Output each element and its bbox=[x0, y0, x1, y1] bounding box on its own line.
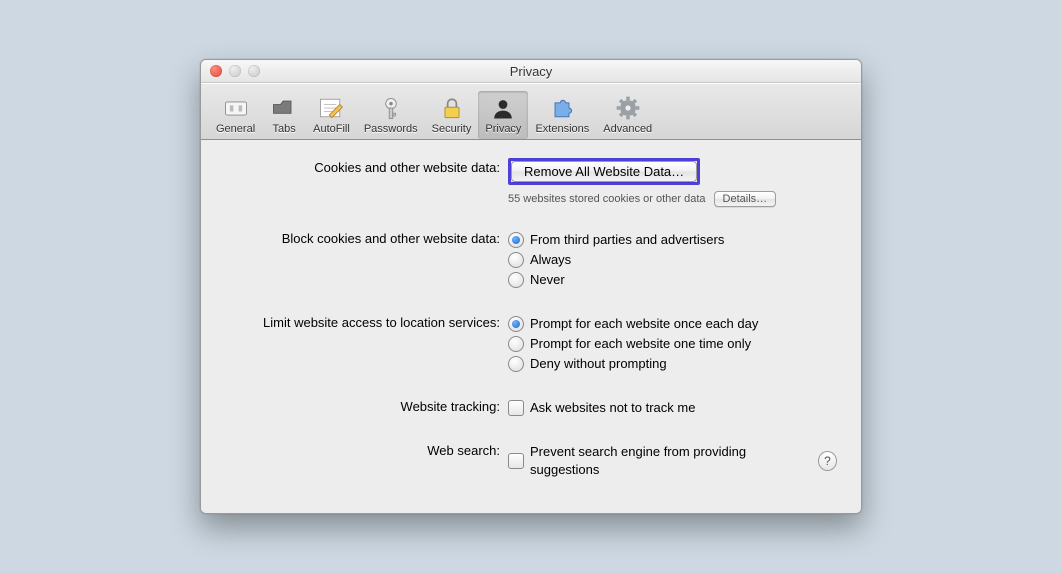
block-radio-always[interactable] bbox=[508, 252, 524, 268]
toolbar-item-autofill[interactable]: AutoFill bbox=[306, 91, 357, 139]
location-radio-deny[interactable] bbox=[508, 356, 524, 372]
tracking-label: Website tracking: bbox=[225, 397, 508, 414]
radio-label: Prompt for each website once each day bbox=[530, 315, 758, 333]
toolbar-label: Privacy bbox=[485, 123, 521, 135]
switch-icon bbox=[221, 93, 251, 123]
close-icon[interactable] bbox=[210, 65, 222, 77]
location-label: Limit website access to location service… bbox=[225, 313, 508, 330]
checkbox-label: Prevent search engine from providing sug… bbox=[530, 443, 804, 479]
toolbar-label: General bbox=[216, 123, 255, 135]
toolbar-item-extensions[interactable]: Extensions bbox=[528, 91, 596, 139]
zoom-icon[interactable] bbox=[248, 65, 260, 77]
block-cookies-label: Block cookies and other website data: bbox=[225, 229, 508, 246]
pencil-form-icon bbox=[316, 93, 346, 123]
silhouette-icon bbox=[488, 93, 518, 123]
toolbar-label: AutoFill bbox=[313, 123, 350, 135]
radio-label: Never bbox=[530, 271, 565, 289]
toolbar-label: Security bbox=[432, 123, 472, 135]
toolbar: General Tabs AutoFill Passwords Security bbox=[201, 83, 861, 140]
toolbar-label: Advanced bbox=[603, 123, 652, 135]
remove-all-website-data-button[interactable]: Remove All Website Data… bbox=[511, 161, 697, 182]
radio-label: Prompt for each website one time only bbox=[530, 335, 751, 353]
help-icon[interactable]: ? bbox=[818, 451, 837, 471]
stored-cookies-text: 55 websites stored cookies or other data bbox=[508, 193, 706, 205]
puzzle-icon bbox=[547, 93, 577, 123]
remove-data-highlight: Remove All Website Data… bbox=[508, 158, 700, 185]
toolbar-label: Passwords bbox=[364, 123, 418, 135]
traffic-lights bbox=[201, 65, 260, 77]
preferences-content: Cookies and other website data: Remove A… bbox=[201, 140, 861, 513]
toolbar-item-general[interactable]: General bbox=[209, 91, 262, 139]
toolbar-item-advanced[interactable]: Advanced bbox=[596, 91, 659, 139]
block-radio-third-parties[interactable] bbox=[508, 232, 524, 248]
toolbar-label: Tabs bbox=[273, 123, 296, 135]
location-radio-prompt-day[interactable] bbox=[508, 316, 524, 332]
checkbox-label: Ask websites not to track me bbox=[530, 399, 695, 417]
radio-label: From third parties and advertisers bbox=[530, 231, 724, 249]
titlebar: Privacy bbox=[201, 60, 861, 83]
toolbar-item-passwords[interactable]: Passwords bbox=[357, 91, 425, 139]
block-radio-never[interactable] bbox=[508, 272, 524, 288]
tab-icon bbox=[269, 93, 299, 123]
cookies-label: Cookies and other website data: bbox=[225, 158, 508, 175]
prevent-suggestions-checkbox[interactable] bbox=[508, 453, 524, 469]
toolbar-item-privacy[interactable]: Privacy bbox=[478, 91, 528, 139]
minimize-icon[interactable] bbox=[229, 65, 241, 77]
window-title: Privacy bbox=[201, 64, 861, 79]
radio-label: Deny without prompting bbox=[530, 355, 667, 373]
websearch-label: Web search: bbox=[225, 441, 508, 458]
preferences-window: Privacy General Tabs AutoFill Passwords bbox=[200, 59, 862, 514]
gear-icon bbox=[613, 93, 643, 123]
details-button[interactable]: Details… bbox=[714, 191, 777, 207]
toolbar-item-tabs[interactable]: Tabs bbox=[262, 91, 306, 139]
toolbar-label: Extensions bbox=[535, 123, 589, 135]
toolbar-item-security[interactable]: Security bbox=[425, 91, 479, 139]
do-not-track-checkbox[interactable] bbox=[508, 400, 524, 416]
location-radio-prompt-once[interactable] bbox=[508, 336, 524, 352]
radio-label: Always bbox=[530, 251, 571, 269]
lock-icon bbox=[437, 93, 467, 123]
key-icon bbox=[376, 93, 406, 123]
